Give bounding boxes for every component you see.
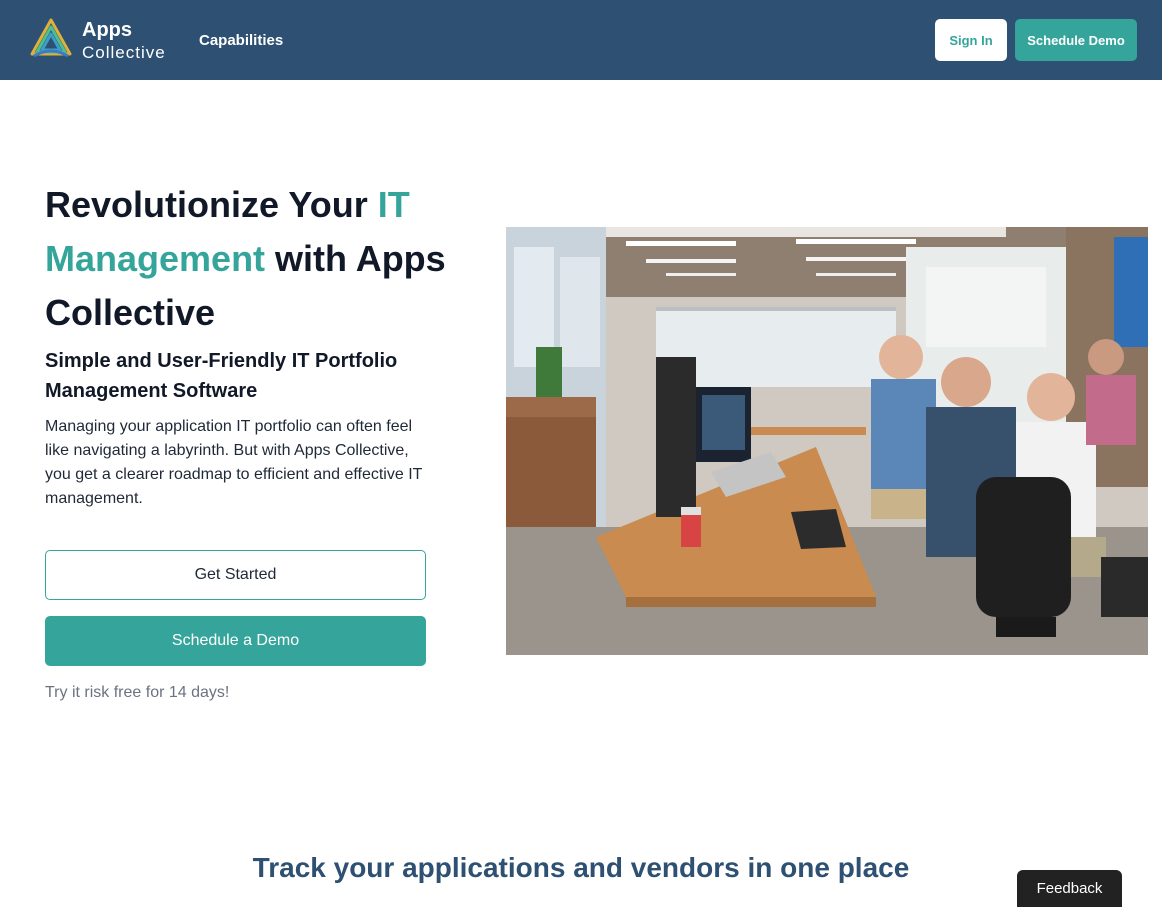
hero-subtitle: Simple and User-Friendly IT Portfolio Ma…: [45, 350, 398, 402]
brand-home-link[interactable]: Apps Collective: [28, 16, 166, 62]
nav-capabilities-link[interactable]: Capabilities: [199, 32, 283, 49]
hero-title: Revolutionize Your IT Management with Ap…: [45, 178, 465, 340]
brand-name-line1: Apps: [82, 18, 132, 41]
office-scene-illustration: [506, 227, 1148, 655]
hero-description: Managing your application IT portfolio c…: [45, 418, 423, 507]
sign-in-button[interactable]: Sign In: [935, 19, 1007, 61]
section-title-track-applications: Track your applications and vendors in o…: [252, 852, 910, 883]
get-started-button[interactable]: Get Started: [45, 550, 426, 600]
brand-name-line2: Collective: [82, 42, 166, 62]
hero-title-part1: Revolutionize Your: [45, 184, 378, 225]
brand-wordmark: Apps Collective: [82, 18, 166, 61]
feedback-button[interactable]: Feedback: [1017, 870, 1122, 907]
schedule-demo-header-button[interactable]: Schedule Demo: [1015, 19, 1137, 61]
hero-office-photo: [506, 227, 1148, 655]
trial-note: Try it risk free for 14 days!: [45, 684, 230, 701]
apps-collective-logo-icon: [30, 18, 72, 58]
schedule-demo-button[interactable]: Schedule a Demo: [45, 616, 426, 666]
top-navigation-bar: Apps Collective Capabilities Sign In Sch…: [0, 0, 1162, 80]
